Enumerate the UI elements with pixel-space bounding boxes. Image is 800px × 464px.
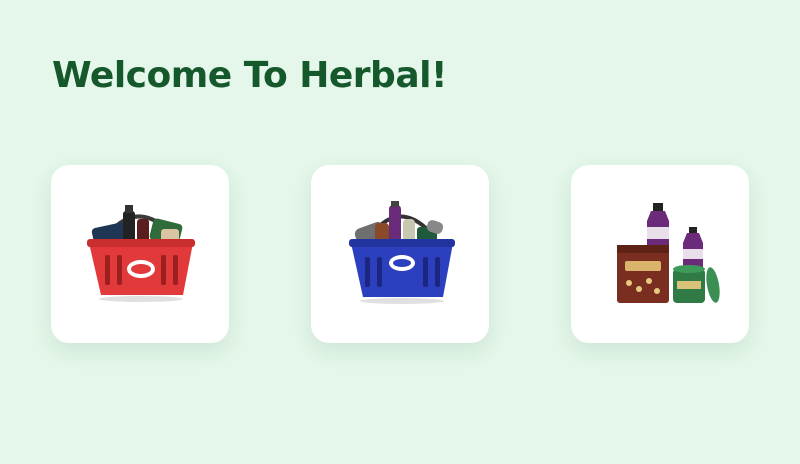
product-card-blue-basket[interactable]	[311, 165, 489, 343]
page-title: Welcome To Herbal!	[52, 55, 447, 96]
product-card-red-basket[interactable]	[51, 165, 229, 343]
product-card-mahua[interactable]	[571, 165, 749, 343]
red-basket-icon	[87, 205, 195, 302]
mahua-products-icon	[617, 203, 720, 303]
blue-basket-icon	[349, 201, 455, 304]
